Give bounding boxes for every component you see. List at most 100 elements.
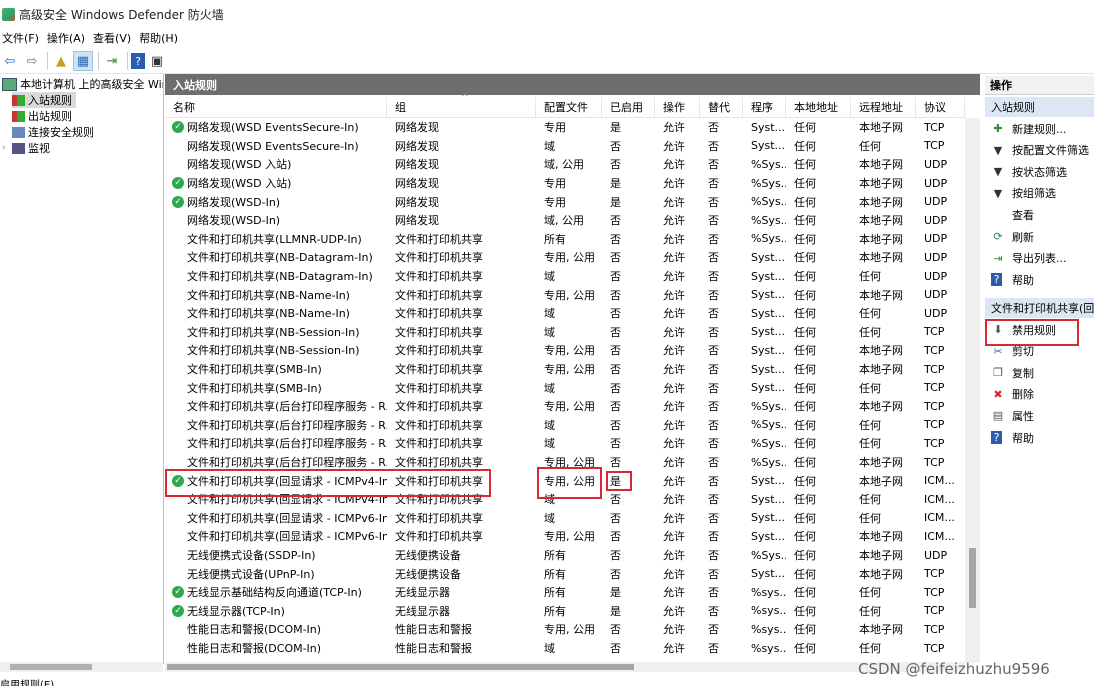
table-row[interactable]: 文件和打印机共享(回显请求 - ICMPv4-In) 文件和打印机共享 域 否 允许 否 S…	[165, 490, 965, 509]
menu-action[interactable]: 操作(A)	[45, 30, 91, 46]
table-row[interactable]: 文件和打印机共享(后台打印程序服务 - R... 文件和打印机共享 域 否 允许 否 %Sy…	[165, 416, 965, 435]
cell-name: 文件和打印机共享(后台打印程序服务 - R...	[165, 434, 387, 453]
cell-group: 文件和打印机共享	[395, 363, 483, 377]
scroll-thumb[interactable]	[10, 664, 92, 670]
table-row[interactable]: 文件和打印机共享(NB-Session-In) 文件和打印机共享 专用, 公用 否 允许…	[165, 341, 965, 360]
table-row[interactable]: 文件和打印机共享(LLMNR-UDP-In) 文件和打印机共享 所有 否 允许 否 %Sys…	[165, 230, 965, 249]
column-header-name[interactable]: 名称	[165, 97, 387, 117]
horizontal-scrollbar[interactable]	[165, 662, 965, 672]
cell-name: 无线便携式设备(SSDP-In)	[165, 546, 387, 565]
scroll-thumb[interactable]	[167, 664, 634, 670]
cell-override: 否	[708, 586, 719, 600]
cell-program: Syst...	[751, 343, 786, 357]
cell-program: %Sys...	[751, 436, 786, 450]
table-row[interactable]: 文件和打印机共享(回显请求 - ICMPv6-In) 文件和打印机共享 域 否 允许 否 S…	[165, 509, 965, 528]
tree-horizontal-scrollbar[interactable]	[0, 662, 163, 672]
action-item[interactable]: ? 帮助	[985, 269, 1094, 290]
table-row[interactable]: 网络发现(WSD 入站) 网络发现 域, 公用 否 允许 否 %Sys... 任何 本地子网 UD…	[165, 155, 965, 174]
table-row[interactable]: 文件和打印机共享(后台打印程序服务 - R... 文件和打印机共享 专用, 公用 否 允…	[165, 453, 965, 472]
action-item[interactable]: ▼ 按状态筛选	[985, 161, 1094, 182]
expand-chevron-icon[interactable]: ›	[2, 143, 12, 153]
action-item[interactable]: ⬇ 禁用规则	[985, 319, 1094, 340]
column-header-remote-address[interactable]: 远程地址	[851, 97, 916, 117]
cell-remote-address: 本地子网	[859, 251, 903, 265]
column-header-override[interactable]: 替代	[700, 97, 743, 117]
actions-section-inbound[interactable]: 入站规则	[985, 97, 1094, 117]
table-row[interactable]: 无线便携式设备(SSDP-In) 无线便携设备 所有 否 允许 否 %Sys... 任何 本地子…	[165, 546, 965, 565]
cell-protocol: UDP	[924, 157, 948, 171]
table-row[interactable]: 文件和打印机共享(后台打印程序服务 - R... 文件和打印机共享 专用, 公用 否 允…	[165, 397, 965, 416]
table-row[interactable]: 性能日志和警报(DCOM-In) 性能日志和警报 专用, 公用 否 允许 否 %sys...…	[165, 620, 965, 639]
cell-name: 文件和打印机共享(NB-Name-In)	[165, 285, 387, 304]
actions-section-selected-rule[interactable]: 文件和打印机共享(回显请求 - ICMPv4-In)	[985, 298, 1094, 318]
cell-action: 允许	[663, 381, 685, 395]
menu-view[interactable]: 查看(V)	[91, 30, 137, 46]
action-item[interactable]: ✚ 新建规则...	[985, 118, 1094, 139]
cell-local-address: 任何	[794, 493, 816, 507]
column-header-protocol[interactable]: 协议	[916, 97, 965, 117]
export-icon[interactable]: ⇥	[102, 51, 122, 71]
up-folder-icon[interactable]: ▲	[51, 51, 71, 71]
properties-icon: ▤	[992, 409, 1004, 423]
show-tree-icon[interactable]: ▦	[73, 51, 93, 71]
table-row[interactable]: ✓网络发现(WSD-In) 网络发现 专用 是 允许 否 %Sys... 任何 本地子网 UDP	[165, 192, 965, 211]
column-header-enabled[interactable]: 已启用	[602, 97, 655, 117]
action-item[interactable]: ▼ 按配置文件筛选	[985, 140, 1094, 161]
action-item[interactable]: ✂ 剪切	[985, 341, 1094, 362]
table-row[interactable]: 网络发现(WSD EventsSecure-In) 网络发现 域 否 允许 否 Syst..…	[165, 137, 965, 156]
table-row[interactable]: 网络发现(WSD-In) 网络发现 域, 公用 否 允许 否 %Sys... 任何 本地子网 UD…	[165, 211, 965, 230]
column-header-group[interactable]: 组	[387, 97, 536, 117]
table-row[interactable]: 文件和打印机共享(NB-Name-In) 文件和打印机共享 域 否 允许 否 Syst...…	[165, 304, 965, 323]
table-row[interactable]: 文件和打印机共享(后台打印程序服务 - R... 文件和打印机共享 域 否 允许 否 %Sy…	[165, 434, 965, 453]
table-row[interactable]: 文件和打印机共享(NB-Session-In) 文件和打印机共享 域 否 允许 否 Syst…	[165, 323, 965, 342]
action-item[interactable]: ▤ 属性	[985, 405, 1094, 426]
cell-enabled: 是	[610, 121, 621, 135]
cell-local-address: 任何	[794, 251, 816, 265]
cell-protocol: TCP	[924, 622, 945, 636]
forward-arrow-icon[interactable]: ⇨	[22, 51, 42, 71]
table-row[interactable]: ✓无线显示基础结构反向通道(TCP-In) 无线显示器 所有 是 允许 否 %sys... 任…	[165, 583, 965, 602]
table-row[interactable]: 无线便携式设备(UPnP-In) 无线便携设备 所有 否 允许 否 Syst... 任何 本地子…	[165, 564, 965, 583]
cell-enabled: 否	[610, 214, 621, 228]
table-row[interactable]: 文件和打印机共享(NB-Datagram-In) 文件和打印机共享 专用, 公用 否 允…	[165, 248, 965, 267]
table-row[interactable]: 文件和打印机共享(回显请求 - ICMPv6-In) 文件和打印机共享 专用, 公用…	[165, 527, 965, 546]
tree-item-outbound-rules[interactable]: 出站规则	[12, 108, 72, 124]
console-icon[interactable]: ▣	[147, 51, 167, 71]
cell-override: 否	[708, 121, 719, 135]
table-row[interactable]: 文件和打印机共享(SMB-In) 文件和打印机共享 域 否 允许 否 Syst... 任何 任何…	[165, 378, 965, 397]
cell-remote-address: 任何	[859, 586, 881, 600]
tree-item-connection-security-rules[interactable]: 连接安全规则	[12, 124, 94, 140]
action-item[interactable]: ⇥ 导出列表...	[985, 248, 1094, 269]
action-item[interactable]: ❐ 复制	[985, 362, 1094, 383]
tree-item-inbound-rules[interactable]: 入站规则	[12, 92, 76, 108]
table-row[interactable]: 文件和打印机共享(SMB-In) 文件和打印机共享 专用, 公用 否 允许 否 Syst..…	[165, 360, 965, 379]
action-item[interactable]: ? 帮助	[985, 427, 1094, 448]
table-row[interactable]: 文件和打印机共享(NB-Name-In) 文件和打印机共享 专用, 公用 否 允许 否 Sy…	[165, 285, 965, 304]
table-row[interactable]: ✓ 网络发现(WSD EventsSecure-In) 网络发现 专用 是 允许 否 Syst…	[165, 118, 965, 137]
back-arrow-icon[interactable]: ⇦	[0, 51, 20, 71]
scroll-thumb[interactable]	[969, 548, 976, 608]
cell-local-address: 任何	[794, 195, 816, 209]
help-icon[interactable]: ?	[131, 53, 145, 69]
tree-item-monitoring[interactable]: › 监视	[2, 140, 50, 156]
column-header-profile[interactable]: 配置文件	[536, 97, 602, 117]
tree-root[interactable]: 本地计算机 上的高级安全 Windows Defender 防火墙	[2, 76, 163, 92]
action-item[interactable]: ▼ 按组筛选	[985, 183, 1094, 204]
menu-help[interactable]: 帮助(H)	[137, 30, 184, 46]
vertical-scrollbar[interactable]	[965, 118, 980, 663]
column-header-program[interactable]: 程序	[743, 97, 786, 117]
column-header-local-address[interactable]: 本地地址	[786, 97, 851, 117]
action-item[interactable]: 查看	[985, 204, 1094, 225]
view-icon	[991, 208, 1005, 222]
table-row[interactable]: ✓ 文件和打印机共享(回显请求 - ICMPv4-In) 文件和打印机共享 专用, 公…	[165, 471, 965, 490]
table-row[interactable]: ✓网络发现(WSD 入站) 网络发现 专用 是 允许 否 %Sys... 任何 本地子网 UDP	[165, 174, 965, 193]
menu-file[interactable]: 文件(F)	[0, 30, 45, 46]
action-item[interactable]: ✖ 删除	[985, 384, 1094, 405]
table-row[interactable]: 性能日志和警报(DCOM-In) 性能日志和警报 域 否 允许 否 %sys... 任何 任何 T…	[165, 639, 965, 658]
column-header-action[interactable]: 操作	[655, 97, 700, 117]
cell-remote-address: 任何	[859, 139, 881, 153]
table-row[interactable]: ✓无线显示器(TCP-In) 无线显示器 所有 是 允许 否 %sys... 任何 任何 TCP	[165, 602, 965, 621]
action-item[interactable]: ⟳ 刷新	[985, 226, 1094, 247]
table-row[interactable]: 文件和打印机共享(NB-Datagram-In) 文件和打印机共享 域 否 允许 否 Sys…	[165, 267, 965, 286]
cell-remote-address: 任何	[859, 307, 881, 321]
